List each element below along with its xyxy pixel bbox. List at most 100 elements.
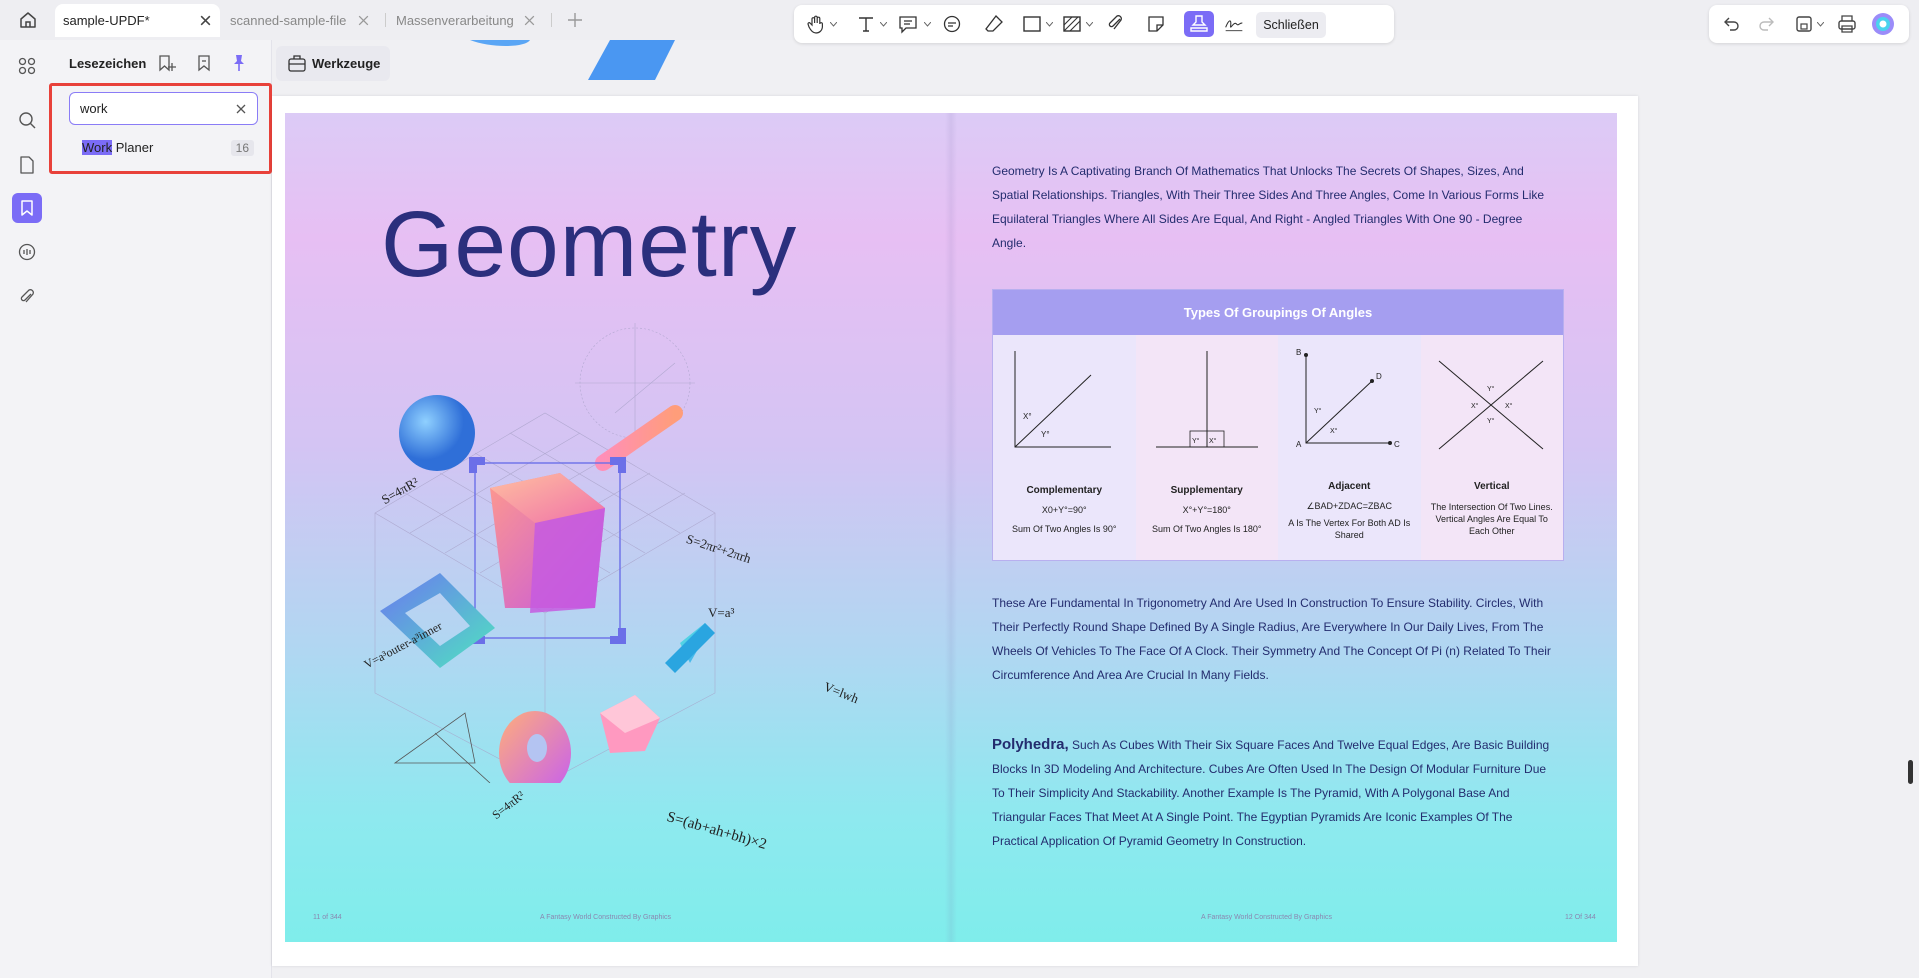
add-tab-icon[interactable] [566, 11, 584, 29]
page-spine [945, 113, 957, 942]
tab-scanned-sample-file[interactable]: scanned-sample-file [222, 4, 378, 37]
svg-text:Y°: Y° [1192, 437, 1200, 445]
svg-text:X°: X° [1023, 412, 1032, 421]
tab-label: scanned-sample-file [230, 13, 347, 28]
print-icon[interactable] [1837, 14, 1857, 34]
tab-massenverarbeitung[interactable]: Massenverarbeitung [388, 4, 544, 37]
bookmark-outline-icon[interactable] [194, 53, 214, 73]
complementary-diagram: X° Y° [1014, 351, 1111, 448]
undo-icon[interactable] [1721, 14, 1741, 34]
intro-paragraph: Geometry Is A Captivating Branch Of Math… [992, 164, 1545, 250]
comments-icon[interactable] [14, 239, 40, 265]
tab-label: sample-UPDF* [63, 13, 150, 28]
angles-table: Types Of Groupings Of Angles X° Y° Comple… [992, 289, 1564, 561]
close-tools-button[interactable]: Schließen [1256, 12, 1326, 38]
close-icon[interactable] [523, 14, 536, 27]
svg-text:Y°: Y° [1487, 385, 1495, 393]
angle-desc: Sum Of Two Angles Is 90° [1012, 524, 1117, 534]
pin-icon[interactable] [229, 53, 249, 73]
footer-right: A Fantasy World Constructed By Graphics [1201, 914, 1332, 921]
formula-torus: S=4πR² [489, 788, 528, 823]
svg-text:B: B [1296, 348, 1301, 357]
chevron-down-icon[interactable] [880, 22, 887, 27]
angle-name: Vertical [1473, 481, 1510, 492]
chevron-down-icon[interactable] [830, 22, 837, 27]
polyhedra-heading: Polyhedra, [992, 736, 1069, 753]
close-icon[interactable] [357, 14, 370, 27]
angle-desc: The Intersection Of Two Lines. Vertical … [1430, 502, 1553, 536]
footer-left: A Fantasy World Constructed By Graphics [540, 914, 671, 921]
ai-assistant-icon[interactable] [1871, 12, 1895, 36]
angle-desc: A Is The Vertex For Both AD Is Shared [1288, 518, 1411, 540]
hand-icon[interactable] [806, 14, 826, 34]
comment-icon[interactable] [898, 14, 918, 34]
svg-text:X°: X° [1330, 427, 1338, 435]
signature-icon[interactable] [1224, 14, 1244, 34]
supplementary-diagram: Y° X° [1155, 351, 1258, 448]
formula-cube: V=a³ [708, 605, 735, 620]
chevron-down-icon[interactable] [1817, 22, 1824, 27]
thumbnails-icon[interactable] [14, 53, 40, 79]
footer-page-number-right: 12 Of 344 [1565, 914, 1596, 921]
eraser-icon[interactable] [984, 14, 1004, 34]
close-icon[interactable] [199, 14, 212, 27]
formula-prism: V=lwh [821, 678, 861, 707]
area-hatch-icon[interactable] [1062, 14, 1082, 34]
angle-cell-adjacent: B D A C Y° X° Adjacent ∠BAD+ZDAC=ZBAC A Is Th… [1278, 335, 1421, 560]
attach-icon[interactable] [1106, 14, 1126, 34]
svg-text:Y°: Y° [1487, 417, 1495, 425]
bookmark-icon[interactable] [12, 193, 42, 223]
pages-icon[interactable] [14, 152, 40, 178]
angle-formula: X°+Y°=180° [1182, 505, 1231, 515]
highlight-annotation-box [49, 83, 272, 174]
angle-cell-vertical: Y° Y° X° X° Vertical The Intersection Of Tw… [1420, 335, 1563, 560]
werkzeuge-label: Werkzeuge [312, 56, 381, 71]
angle-name: Complementary [1026, 485, 1103, 496]
svg-text:X°: X° [1505, 402, 1513, 410]
redo-icon[interactable] [1757, 14, 1777, 34]
svg-text:X°: X° [1209, 437, 1217, 445]
chevron-down-icon[interactable] [924, 22, 931, 27]
sticker-icon[interactable] [1146, 14, 1166, 34]
scrollbar-thumb[interactable] [1908, 760, 1913, 784]
angle-formula: X0+Y°=90° [1041, 505, 1087, 515]
angle-cell-supplementary: Y° X° Supplementary X°+Y°=180° Sum Of Two… [1135, 335, 1278, 560]
bookmark-panel: Lesezeichen Work Planer 16 [52, 40, 272, 978]
polyhedra-paragraph: Polyhedra, Such As Cubes With Their Six … [992, 733, 1552, 853]
tab-divider [385, 13, 386, 27]
angle-name: Adjacent [1328, 481, 1371, 492]
svg-text:X°: X° [1471, 402, 1479, 410]
chevron-down-icon[interactable] [1086, 22, 1093, 27]
pdf-spread: Geometry S=4πR² S=2πr²+2πrh V=a³ V=a³out… [285, 113, 1617, 942]
polyhedra-text: Such As Cubes With Their Six Square Face… [992, 738, 1550, 848]
angle-cell-complementary: X° Y° Complementary X0+Y°=90° Sum Of Two … [993, 335, 1136, 560]
note-icon[interactable] [942, 14, 962, 34]
annotation-toolbar: Schließen [794, 5, 1394, 43]
rectangle-icon[interactable] [1022, 14, 1042, 34]
tab-label: Massenverarbeitung [396, 13, 514, 28]
attachment-icon[interactable] [14, 284, 40, 310]
chevron-down-icon[interactable] [1046, 22, 1053, 27]
tab-divider [551, 13, 552, 27]
angle-desc: Sum Of Two Angles Is 180° [1152, 524, 1262, 534]
angle-formula: ∠BAD+ZDAC=ZBAC [1306, 501, 1393, 511]
svg-text:Y°: Y° [1314, 407, 1322, 415]
stamp-icon[interactable] [1184, 11, 1214, 37]
svg-text:D: D [1376, 372, 1382, 381]
panel-title: Lesezeichen [69, 56, 147, 71]
home-icon[interactable] [14, 8, 42, 32]
page-decoration [470, 40, 675, 80]
table-title: Types Of Groupings Of Angles [993, 290, 1563, 335]
add-bookmark-icon[interactable] [157, 53, 177, 73]
svg-text:A: A [1296, 440, 1302, 449]
formula-box: S=(ab+ah+bh)×2 [664, 809, 769, 853]
circles-paragraph: These Are Fundamental In Trigonometry An… [992, 596, 1551, 682]
search-icon[interactable] [14, 107, 40, 133]
right-toolbar [1709, 5, 1909, 43]
tab-sample-updf[interactable]: sample-UPDF* [55, 4, 220, 37]
adjacent-diagram: B D A C Y° X° [1296, 348, 1400, 449]
save-icon[interactable] [1794, 14, 1814, 34]
left-rail [0, 40, 52, 978]
werkzeuge-button[interactable]: Werkzeuge [276, 46, 390, 81]
text-icon[interactable] [856, 14, 876, 34]
